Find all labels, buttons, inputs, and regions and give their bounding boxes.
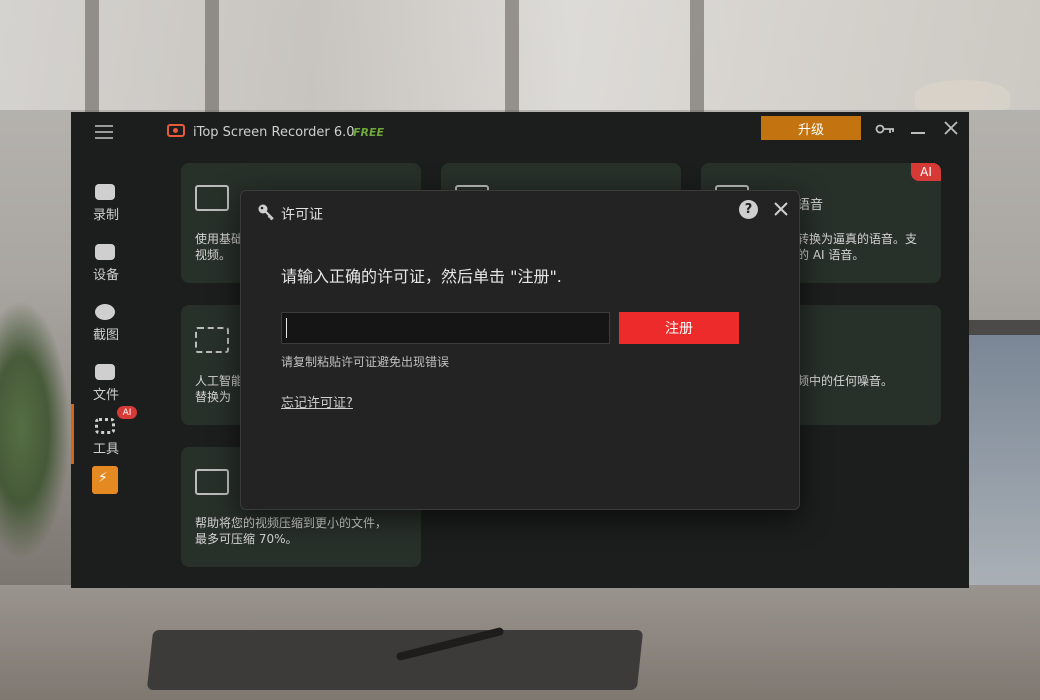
card-title: 语音 [797, 198, 824, 213]
record-icon [95, 184, 115, 200]
dialog-prompt: 请输入正确的许可证，然后单击 "注册". [281, 267, 562, 286]
license-key-icon[interactable] [875, 123, 895, 135]
card-description: 转换为逼真的语音。支 的 AI 语音。 [797, 232, 918, 262]
title-bar: iTop Screen Recorder 6.0 FREE 升级 [71, 112, 969, 146]
background-plant [0, 300, 70, 560]
sidebar-item-label: 设备 [92, 268, 119, 283]
gift-icon[interactable] [92, 466, 118, 494]
minimize-icon[interactable] [911, 132, 925, 134]
sidebar-item-label: 截图 [92, 328, 119, 343]
ai-badge: AI [911, 163, 941, 181]
hint-text: 请复制粘贴许可证避免出现错误 [281, 355, 450, 369]
register-button[interactable]: 注册 [619, 312, 739, 344]
desktop-background [0, 0, 1040, 110]
sidebar-item-device[interactable]: 设备 [71, 236, 141, 292]
dialog-title: 许可证 [281, 207, 323, 223]
app-logo-icon [167, 124, 185, 137]
sidebar-item-screenshot[interactable]: 截图 [71, 296, 141, 352]
forgot-license-link[interactable]: 忘记许可证? [281, 392, 353, 411]
background-notebook [146, 630, 644, 690]
sidebar-item-tools[interactable]: AI 工具 [71, 404, 141, 464]
license-dialog: 许可证 ? 请输入正确的许可证，然后单击 "注册". 注册 请复制粘贴许可证避免… [240, 190, 800, 510]
license-input[interactable] [281, 312, 610, 344]
text-caret [286, 318, 287, 338]
close-icon[interactable] [773, 201, 789, 217]
background-lamp [915, 80, 1010, 110]
sidebar-item-label: 录制 [92, 208, 119, 223]
ai-badge: AI [117, 406, 137, 419]
sidebar-item-label: 文件 [92, 388, 119, 403]
ai-background-icon [195, 327, 229, 353]
key-icon [258, 204, 274, 221]
edition-badge: FREE [353, 126, 385, 139]
menu-icon[interactable] [95, 125, 113, 139]
sidebar-item-label: 工具 [92, 442, 119, 457]
video-edit-icon [195, 185, 229, 211]
folder-icon [95, 364, 115, 380]
card-description: 频中的任何噪音。 [797, 374, 894, 388]
sidebar-item-record[interactable]: 录制 [71, 176, 141, 232]
compress-icon [195, 469, 229, 495]
camera-icon [95, 304, 115, 320]
sidebar: 录制 设备 截图 文件 AI 工具 [71, 146, 141, 588]
help-icon[interactable]: ? [739, 200, 758, 219]
tools-icon [95, 418, 115, 434]
close-icon[interactable] [943, 120, 959, 136]
upgrade-button[interactable]: 升级 [761, 116, 861, 140]
app-title: iTop Screen Recorder 6.0 [193, 125, 355, 140]
device-icon [95, 244, 115, 260]
card-description: 帮助将您的视频压缩到更小的文件， 最多可压缩 70%。 [195, 516, 388, 546]
